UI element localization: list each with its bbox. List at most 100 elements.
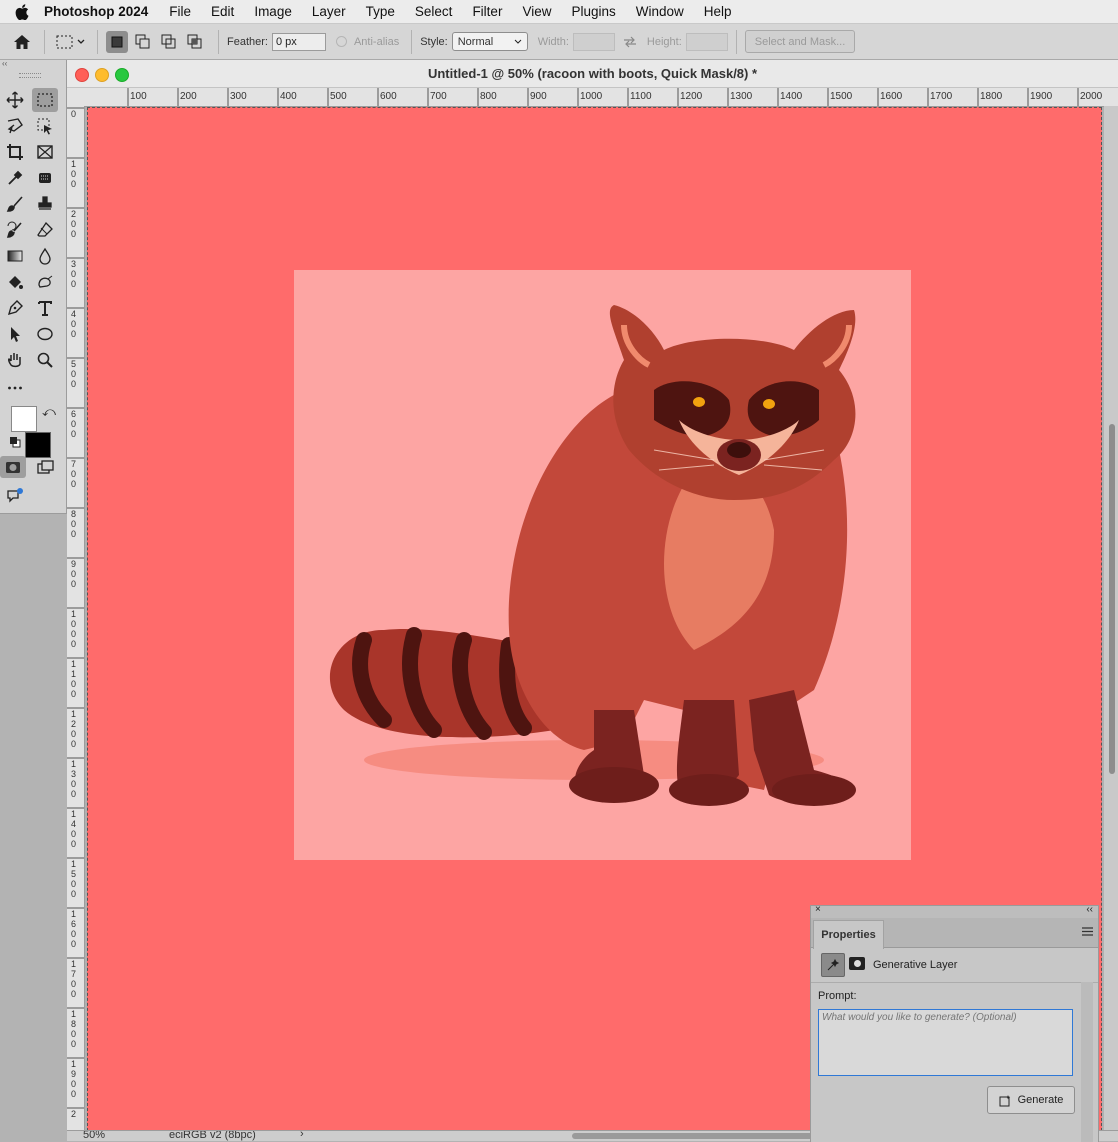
smudge-icon[interactable] bbox=[32, 270, 58, 294]
history-brush-icon[interactable] bbox=[2, 218, 28, 242]
panel-scrollbar[interactable] bbox=[1081, 982, 1093, 1142]
app-name-menu[interactable]: Photoshop 2024 bbox=[44, 4, 148, 19]
ruler-h-label: 1400 bbox=[780, 91, 803, 102]
brush-icon[interactable] bbox=[2, 192, 28, 216]
tool-preset-picker[interactable] bbox=[53, 30, 89, 54]
path-select-icon[interactable] bbox=[2, 322, 28, 346]
ruler-h-label: 1900 bbox=[1030, 91, 1053, 102]
prompt-input[interactable] bbox=[818, 1009, 1073, 1076]
move-icon[interactable] bbox=[2, 88, 28, 112]
collapse-panel-icon[interactable]: ‹‹ bbox=[1086, 904, 1093, 915]
menu-filter[interactable]: Filter bbox=[472, 4, 502, 19]
height-input[interactable] bbox=[685, 32, 728, 51]
crop-icon[interactable] bbox=[2, 140, 28, 164]
style-label: Style: bbox=[420, 35, 448, 48]
vertical-ruler[interactable]: 0 1 0 0 2 0 0 3 0 0 4 0 0 5 0 0 6 0 0 7 … bbox=[67, 106, 85, 1131]
add-selection-button[interactable] bbox=[132, 31, 154, 53]
gradient-icon[interactable] bbox=[2, 244, 28, 268]
ruler-h-label: 400 bbox=[280, 91, 297, 102]
ruler-v-label: 2 bbox=[71, 1109, 77, 1119]
mask-icon[interactable] bbox=[849, 957, 865, 970]
width-input[interactable] bbox=[572, 32, 615, 51]
panel-menu-icon[interactable] bbox=[1082, 925, 1093, 939]
ruler-h-label: 1500 bbox=[830, 91, 853, 102]
ruler-v-label: 0 bbox=[71, 109, 77, 119]
tools-panel: ‹‹ ⤺ bbox=[0, 60, 67, 514]
prompt-label: Prompt: bbox=[818, 990, 857, 1002]
antialias-label: Anti-alias bbox=[353, 35, 400, 48]
menu-image[interactable]: Image bbox=[254, 4, 292, 19]
chevron-right-icon[interactable]: › bbox=[300, 1131, 304, 1140]
style-value: Normal bbox=[457, 35, 494, 48]
close-panel-icon[interactable]: × bbox=[815, 904, 821, 915]
screen-mode-icon[interactable] bbox=[33, 456, 59, 478]
new-selection-button[interactable] bbox=[106, 30, 128, 53]
marquee-icon[interactable] bbox=[32, 88, 58, 112]
feather-input[interactable]: 0 px bbox=[271, 32, 326, 51]
blur-icon[interactable] bbox=[32, 244, 58, 268]
swap-colors-icon[interactable]: ⤺ bbox=[42, 404, 56, 420]
ruler-v-label: 1 1 0 0 bbox=[71, 659, 77, 699]
style-select[interactable]: Normal bbox=[451, 32, 528, 51]
foreground-color-swatch[interactable] bbox=[11, 406, 37, 432]
menu-edit[interactable]: Edit bbox=[211, 4, 234, 19]
menu-type[interactable]: Type bbox=[366, 4, 395, 19]
apple-icon[interactable] bbox=[0, 0, 44, 23]
ruler-v-label: 6 0 0 bbox=[71, 409, 77, 439]
menu-help[interactable]: Help bbox=[704, 4, 732, 19]
menu-plugins[interactable]: Plugins bbox=[571, 4, 615, 19]
background-color-swatch[interactable] bbox=[25, 432, 51, 458]
horizontal-ruler[interactable]: 100 200 300 400 500 600 700 800 900 1000… bbox=[85, 88, 1118, 107]
generative-icon[interactable] bbox=[2, 484, 28, 508]
eyedropper-icon[interactable] bbox=[2, 166, 28, 190]
generate-button[interactable]: Generate bbox=[987, 1086, 1075, 1114]
ellipse-icon[interactable] bbox=[32, 322, 58, 346]
menu-file[interactable]: File bbox=[169, 4, 191, 19]
ruler-v-label: 1 9 0 0 bbox=[71, 1059, 77, 1099]
zoom-level[interactable]: 50% bbox=[83, 1131, 105, 1141]
panel-grip[interactable] bbox=[19, 73, 41, 78]
eraser-icon[interactable] bbox=[32, 218, 58, 242]
ruler-h-label: 500 bbox=[330, 91, 347, 102]
tab-properties[interactable]: Properties bbox=[813, 920, 884, 949]
menu-layer[interactable]: Layer bbox=[312, 4, 346, 19]
antialias-checkbox[interactable] bbox=[335, 36, 347, 47]
ruler-v-label: 1 3 0 0 bbox=[71, 759, 77, 799]
ruler-v-label: 3 0 0 bbox=[71, 259, 77, 289]
height-label: Height: bbox=[646, 35, 682, 48]
separator bbox=[735, 29, 737, 54]
type-icon[interactable] bbox=[32, 296, 58, 320]
hand-icon[interactable] bbox=[2, 348, 28, 372]
scroll-thumb[interactable] bbox=[1109, 424, 1115, 774]
ruler-h-label: 1100 bbox=[630, 91, 652, 102]
home-icon[interactable] bbox=[8, 30, 36, 54]
ruler-v-label: 8 0 0 bbox=[71, 509, 77, 539]
ruler-h-label: 100 bbox=[130, 91, 147, 102]
select-and-mask-button[interactable]: Select and Mask... bbox=[744, 30, 856, 53]
menu-view[interactable]: View bbox=[522, 4, 551, 19]
spot-heal-icon[interactable] bbox=[32, 166, 58, 190]
object-select-icon[interactable] bbox=[32, 114, 58, 138]
lasso-icon[interactable] bbox=[2, 114, 28, 138]
menu-window[interactable]: Window bbox=[636, 4, 684, 19]
default-colors-icon[interactable] bbox=[10, 437, 21, 451]
intersect-selection-button[interactable] bbox=[184, 31, 206, 53]
raccoon-image bbox=[294, 270, 911, 860]
collapse-panel-icon[interactable]: ‹‹ bbox=[0, 60, 66, 68]
ruler-h-label: 1700 bbox=[930, 91, 953, 102]
subtract-selection-button[interactable] bbox=[158, 31, 180, 53]
stamp-icon[interactable] bbox=[32, 192, 58, 216]
separator bbox=[97, 29, 98, 54]
swap-dimensions-icon[interactable] bbox=[615, 30, 645, 54]
vertical-scrollbar[interactable] bbox=[1104, 106, 1118, 1131]
separator bbox=[411, 29, 413, 54]
frame-icon[interactable] bbox=[32, 140, 58, 164]
menu-select[interactable]: Select bbox=[415, 4, 453, 19]
ruler-origin[interactable] bbox=[67, 88, 86, 107]
quick-mask-icon[interactable] bbox=[0, 456, 26, 478]
paint-bucket-icon[interactable] bbox=[2, 270, 28, 294]
more-tools-icon[interactable] bbox=[2, 374, 28, 398]
zoom-icon[interactable] bbox=[32, 348, 58, 372]
generative-layer-icon[interactable] bbox=[821, 953, 845, 977]
pen-icon[interactable] bbox=[2, 296, 28, 320]
